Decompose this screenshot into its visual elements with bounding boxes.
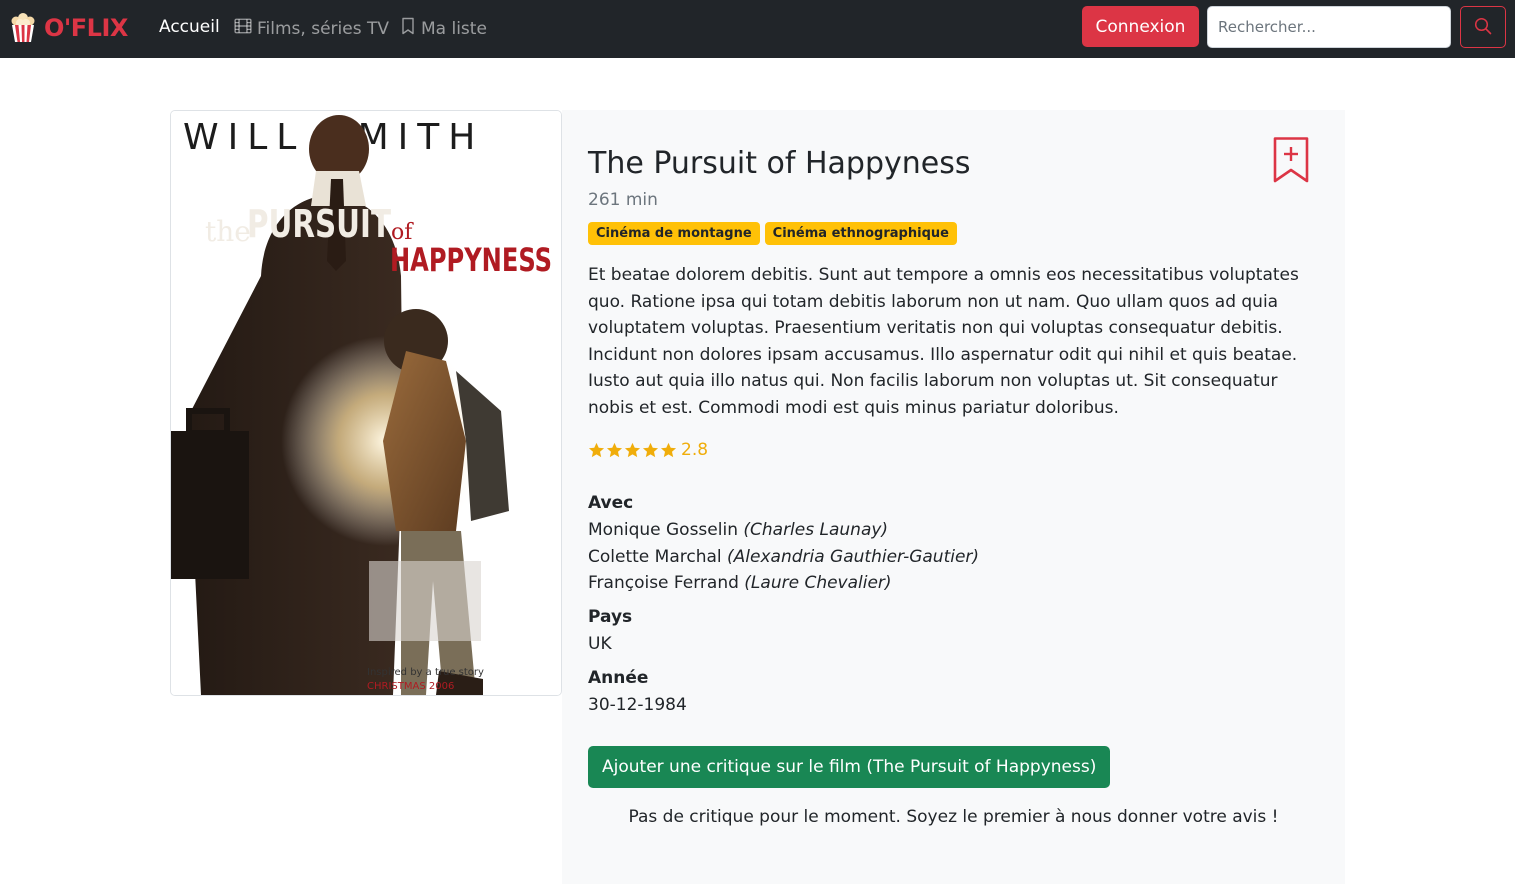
genre-badge: Cinéma ethnographique [764, 222, 957, 245]
nav-link-films-label: Films, séries TV [257, 18, 389, 39]
genre-badge: Cinéma de montagne [588, 222, 760, 245]
nav-link-my-list[interactable]: Ma liste [400, 17, 487, 40]
add-review-button[interactable]: Ajouter une critique sur le film (The Pu… [588, 746, 1111, 788]
genre-list: Cinéma de montagne Cinéma ethnographique [588, 222, 957, 245]
character-name: (Charles Launay) [743, 520, 889, 540]
brand-name: O'FLIX [44, 14, 128, 42]
search-button[interactable] [1460, 6, 1506, 48]
country-value: UK [588, 634, 612, 654]
movie-details-panel: The Pursuit of Happyness 261 min Cinéma … [562, 110, 1345, 884]
popcorn-icon [10, 13, 36, 43]
cast-list: Monique Gosselin (Charles Launay) Colett… [588, 517, 979, 597]
add-to-list-button[interactable] [1272, 136, 1310, 184]
actor-name: Colette Marchal [588, 546, 722, 567]
nav-link-home-label: Accueil [159, 17, 220, 37]
cast-item: Monique Gosselin (Charles Launay) [588, 517, 979, 544]
nav-link-my-list-label: Ma liste [421, 18, 487, 39]
movie-poster: WILL SMITH the PURSUIT of HAPPYNESS Insp… [170, 110, 562, 696]
navbar: O'FLIX Accueil Films, séries TV Ma liste… [0, 0, 1515, 58]
star-icon [660, 442, 677, 457]
poster-release: CHRISTMAS 2006 [367, 681, 454, 692]
no-review-message: Pas de critique pour le moment. Soyez le… [628, 807, 1279, 827]
movie-synopsis: Et beatae dolorem debitis. Sunt aut temp… [588, 265, 1299, 418]
poster-title-happyness: HAPPYNESS [390, 241, 552, 279]
bookmark-icon [400, 17, 416, 40]
movie-rating: 2.8 [588, 440, 708, 460]
search-icon [1474, 17, 1492, 38]
year-label: Année [588, 668, 649, 688]
search-input[interactable] [1207, 6, 1451, 48]
year-value: 30-12-1984 [588, 695, 687, 715]
brand-logo[interactable]: O'FLIX [10, 10, 128, 46]
star-icon [624, 442, 641, 457]
nav-link-home[interactable]: Accueil [159, 17, 220, 37]
star-icon [642, 442, 659, 457]
actor-name: Monique Gosselin [588, 520, 738, 540]
movie-title: The Pursuit of Happyness [588, 146, 971, 181]
character-name: (Alexandria Gauthier-Gautier) [727, 546, 980, 567]
cast-item: Françoise Ferrand (Laure Chevalier) [588, 570, 979, 597]
country-label: Pays [588, 607, 633, 627]
actor-name: Françoise Ferrand [588, 573, 739, 593]
login-button[interactable]: Connexion [1082, 6, 1199, 47]
cast-item: Colette Marchal (Alexandria Gauthier-Gau… [588, 544, 979, 571]
rating-stars [588, 442, 677, 459]
poster-tagline: Inspired by a true story [367, 667, 484, 678]
bookmark-plus-icon [1272, 137, 1310, 188]
movie-duration: 261 min [588, 190, 658, 210]
rating-value: 2.8 [681, 440, 709, 460]
character-name: (Laure Chevalier) [744, 573, 892, 593]
film-icon [234, 17, 252, 40]
nav-link-films[interactable]: Films, séries TV [234, 17, 389, 40]
poster-title-the: the [205, 215, 251, 248]
star-icon [606, 442, 623, 457]
star-icon [588, 442, 605, 457]
poster-title-pursuit: PURSUIT [247, 202, 391, 246]
cast-label: Avec [588, 493, 634, 513]
